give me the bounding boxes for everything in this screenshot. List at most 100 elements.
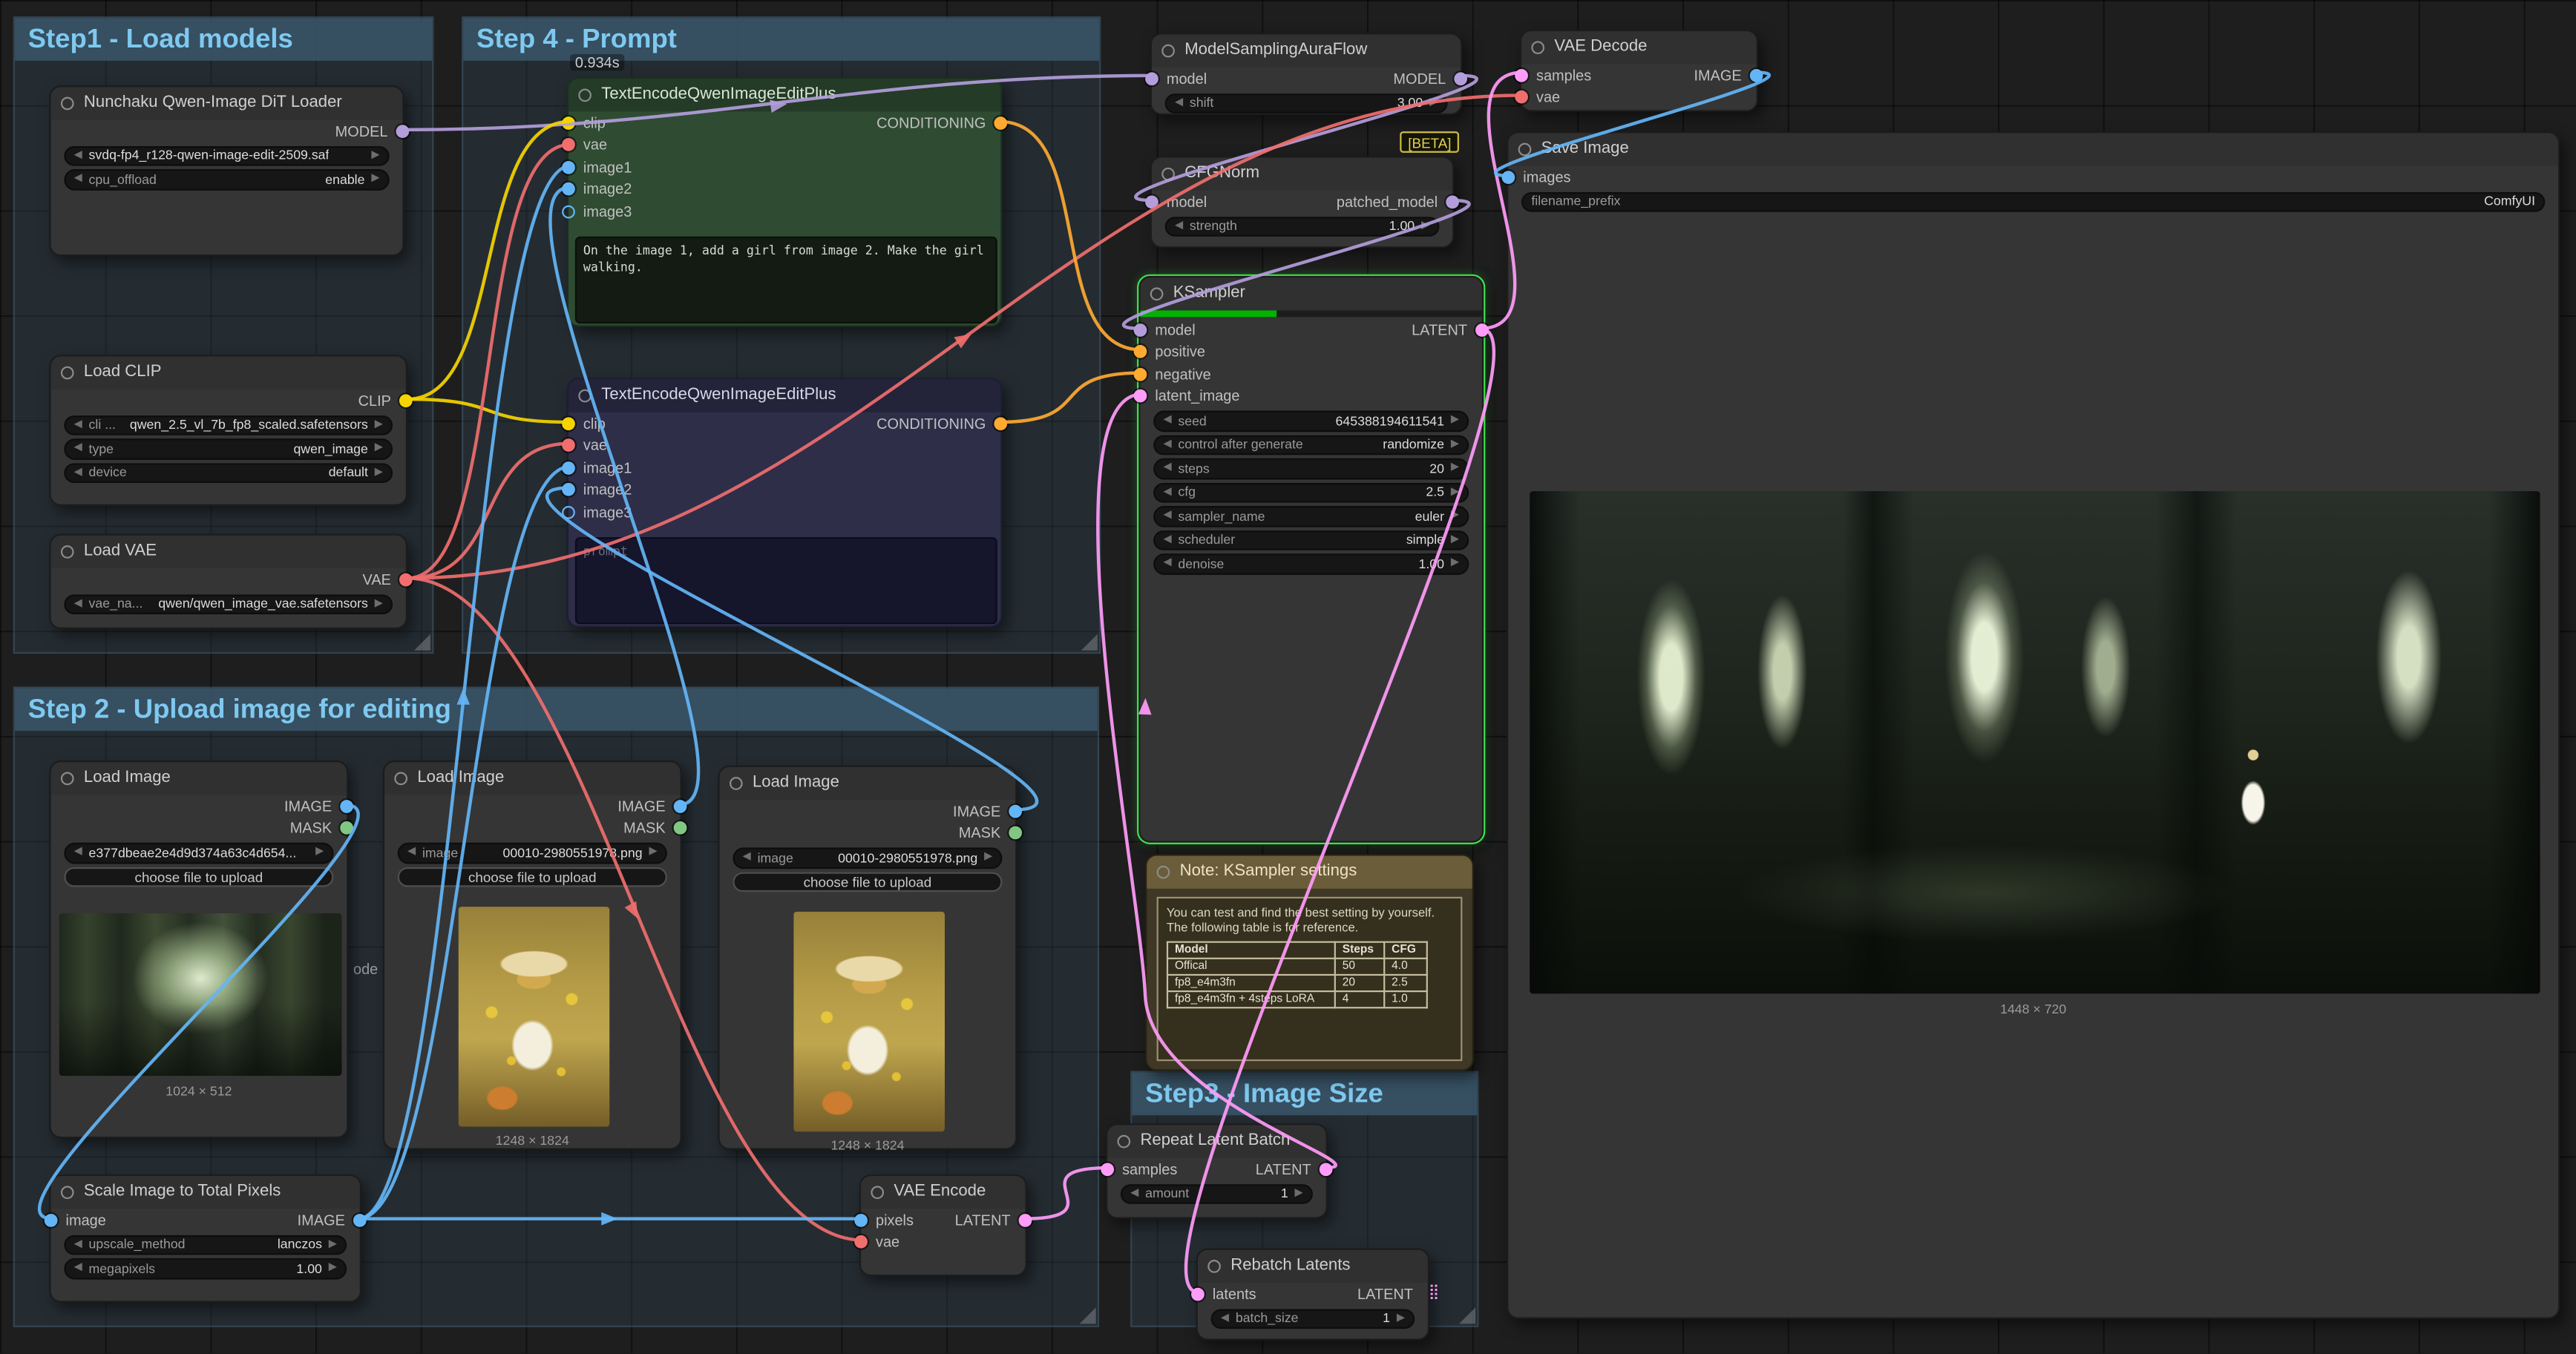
group-title[interactable]: Step 4 - Prompt <box>463 18 1099 61</box>
cfg-combo[interactable]: ◀ cfg 2.5 ▶ <box>1153 482 1469 503</box>
combo-right-arrow-icon[interactable]: ▶ <box>329 1263 337 1273</box>
combo-left-arrow-icon[interactable]: ◀ <box>407 847 416 858</box>
node-rebatch-latents[interactable]: Rebatch Latents latents LATENT ⣿ ◀ batch… <box>1196 1249 1429 1341</box>
group-resize-handle[interactable] <box>1459 1307 1475 1324</box>
combo-right-arrow-icon[interactable]: ▶ <box>984 852 992 863</box>
node-cfg-norm[interactable]: CFGNorm model patched_model ◀ strength 1… <box>1150 156 1455 248</box>
combo-left-arrow-icon[interactable]: ◀ <box>74 151 82 161</box>
group-resize-handle[interactable] <box>1080 1307 1096 1324</box>
image3-input-port[interactable] <box>562 505 575 519</box>
choose-file-button[interactable]: choose file to upload <box>64 867 333 887</box>
node-graph-canvas[interactable]: Step1 - Load models Step 4 - Prompt Step… <box>0 0 2576 1353</box>
images-input-port[interactable] <box>1502 171 1515 184</box>
combo-left-arrow-icon[interactable]: ◀ <box>74 420 82 430</box>
scheduler-combo[interactable]: ◀ scheduler simple ▶ <box>1153 530 1469 551</box>
node-load-clip[interactable]: Load CLIP CLIP ◀ cli ... qwen_2.5_vl_7b_… <box>49 355 407 506</box>
combo-right-arrow-icon[interactable]: ▶ <box>1451 487 1459 497</box>
node-text-encode-positive[interactable]: TextEncodeQwenImageEditPlus clip CONDITI… <box>567 77 1003 327</box>
conditioning-output-port[interactable] <box>994 417 1007 430</box>
node-title[interactable]: VAE Decode <box>1521 31 1757 64</box>
combo-left-arrow-icon[interactable]: ◀ <box>1175 221 1183 231</box>
image-preview[interactable] <box>459 907 610 1127</box>
vae-input-port[interactable] <box>562 439 575 453</box>
combo-left-arrow-icon[interactable]: ◀ <box>1130 1189 1138 1199</box>
image-input-port[interactable] <box>45 1214 58 1227</box>
combo-left-arrow-icon[interactable]: ◀ <box>74 599 82 609</box>
output-image-preview[interactable] <box>1530 491 2540 993</box>
clip-input-port[interactable] <box>562 116 575 130</box>
image-file-combo[interactable]: ◀ image 00010-2980551978.png ▶ <box>733 847 1002 868</box>
combo-right-arrow-icon[interactable]: ▶ <box>1451 559 1459 569</box>
image-preview[interactable] <box>59 913 342 1076</box>
image1-input-port[interactable] <box>562 461 575 475</box>
latent-output-port[interactable] <box>1475 323 1489 337</box>
clip-name-combo[interactable]: ◀ cli ... qwen_2.5_vl_7b_fp8_scaled.safe… <box>64 415 393 436</box>
combo-left-arrow-icon[interactable]: ◀ <box>1221 1313 1229 1324</box>
choose-file-button[interactable]: choose file to upload <box>733 871 1002 892</box>
node-load-vae[interactable]: Load VAE VAE ◀ vae_na... qwen/qwen_image… <box>49 534 407 629</box>
combo-right-arrow-icon[interactable]: ▶ <box>315 847 324 858</box>
model-name-combo[interactable]: ◀ svdq-fp4_r128-qwen-image-edit-2509.saf… <box>64 145 389 166</box>
image3-input-port[interactable] <box>562 205 575 218</box>
image-output-port[interactable] <box>353 1214 367 1227</box>
combo-left-arrow-icon[interactable]: ◀ <box>74 467 82 478</box>
collapse-icon[interactable] <box>1518 143 1532 157</box>
node-title[interactable]: Note: KSampler settings <box>1147 855 1472 888</box>
latent-image-input-port[interactable] <box>1134 390 1147 403</box>
collapse-icon[interactable] <box>1117 1135 1130 1148</box>
image1-input-port[interactable] <box>562 160 575 174</box>
node-save-image[interactable]: Save Image images filename_prefix ComfyU… <box>1507 131 2560 1319</box>
vae-input-port[interactable] <box>562 139 575 152</box>
node-ksampler[interactable]: KSampler model LATENT positive negative … <box>1138 276 1484 843</box>
vae-output-port[interactable] <box>399 573 413 586</box>
group-resize-handle[interactable] <box>414 634 430 651</box>
patched-model-output-port[interactable] <box>1446 195 1459 208</box>
combo-right-arrow-icon[interactable]: ▶ <box>329 1239 337 1249</box>
collapse-icon[interactable] <box>1531 41 1544 54</box>
combo-right-arrow-icon[interactable]: ▶ <box>1397 1313 1405 1324</box>
samples-input-port[interactable] <box>1515 68 1528 82</box>
clip-type-combo[interactable]: ◀ type qwen_image ▶ <box>64 438 393 459</box>
combo-right-arrow-icon[interactable]: ▶ <box>1429 98 1438 108</box>
combo-left-arrow-icon[interactable]: ◀ <box>74 847 82 858</box>
model-input-port[interactable] <box>1145 72 1158 85</box>
group-title[interactable]: Step 2 - Upload image for editing <box>15 688 1098 732</box>
group-title[interactable]: Step1 - Load models <box>15 18 432 61</box>
collapse-icon[interactable] <box>871 1186 884 1199</box>
combo-right-arrow-icon[interactable]: ▶ <box>375 420 383 430</box>
collapse-icon[interactable] <box>61 545 74 559</box>
cpu-offload-combo[interactable]: ◀ cpu_offload enable ▶ <box>64 169 389 190</box>
collapse-icon[interactable] <box>578 89 591 102</box>
strength-combo[interactable]: ◀ strength 1.00 ▶ <box>1165 216 1440 237</box>
choose-file-button[interactable]: choose file to upload <box>398 867 667 887</box>
combo-left-arrow-icon[interactable]: ◀ <box>1163 439 1171 450</box>
image-file-combo[interactable]: ◀ e377dbeae2e4d9d374a63c4d654... ▶ <box>64 843 333 864</box>
combo-left-arrow-icon[interactable]: ◀ <box>1163 487 1171 497</box>
node-title[interactable]: ModelSamplingAuraFlow <box>1152 34 1461 67</box>
image-output-port[interactable] <box>674 800 687 813</box>
combo-right-arrow-icon[interactable]: ▶ <box>375 444 383 454</box>
shift-combo[interactable]: ◀ shift 3.00 ▶ <box>1165 93 1448 114</box>
combo-left-arrow-icon[interactable]: ◀ <box>74 1263 82 1273</box>
collapse-icon[interactable] <box>1207 1260 1221 1273</box>
positive-input-port[interactable] <box>1134 345 1147 358</box>
image2-input-port[interactable] <box>562 183 575 196</box>
node-load-image-3[interactable]: Load Image IMAGE MASK ◀ image 00010-2980… <box>718 766 1017 1150</box>
megapixels-combo[interactable]: ◀ megapixels 1.00 ▶ <box>64 1258 347 1279</box>
node-title[interactable]: Repeat Latent Batch <box>1107 1125 1325 1158</box>
vae-input-port[interactable] <box>854 1235 868 1249</box>
node-load-image-2[interactable]: Load Image IMAGE MASK ◀ image 00010-2980… <box>383 760 682 1150</box>
combo-right-arrow-icon[interactable]: ▶ <box>649 847 657 858</box>
combo-left-arrow-icon[interactable]: ◀ <box>1163 511 1171 522</box>
group-resize-handle[interactable] <box>1081 634 1098 651</box>
combo-right-arrow-icon[interactable]: ▶ <box>375 467 383 478</box>
collapse-icon[interactable] <box>578 390 591 403</box>
amount-combo[interactable]: ◀ amount 1 ▶ <box>1121 1183 1313 1204</box>
collapse-icon[interactable] <box>61 772 74 786</box>
combo-left-arrow-icon[interactable]: ◀ <box>74 174 82 185</box>
batch-size-combo[interactable]: ◀ batch_size 1 ▶ <box>1211 1308 1415 1329</box>
node-repeat-latent-batch[interactable]: Repeat Latent Batch samples LATENT ◀ amo… <box>1106 1123 1328 1218</box>
negative-input-port[interactable] <box>1134 367 1147 381</box>
image-output-port[interactable] <box>1750 68 1763 82</box>
model-input-port[interactable] <box>1134 323 1147 337</box>
